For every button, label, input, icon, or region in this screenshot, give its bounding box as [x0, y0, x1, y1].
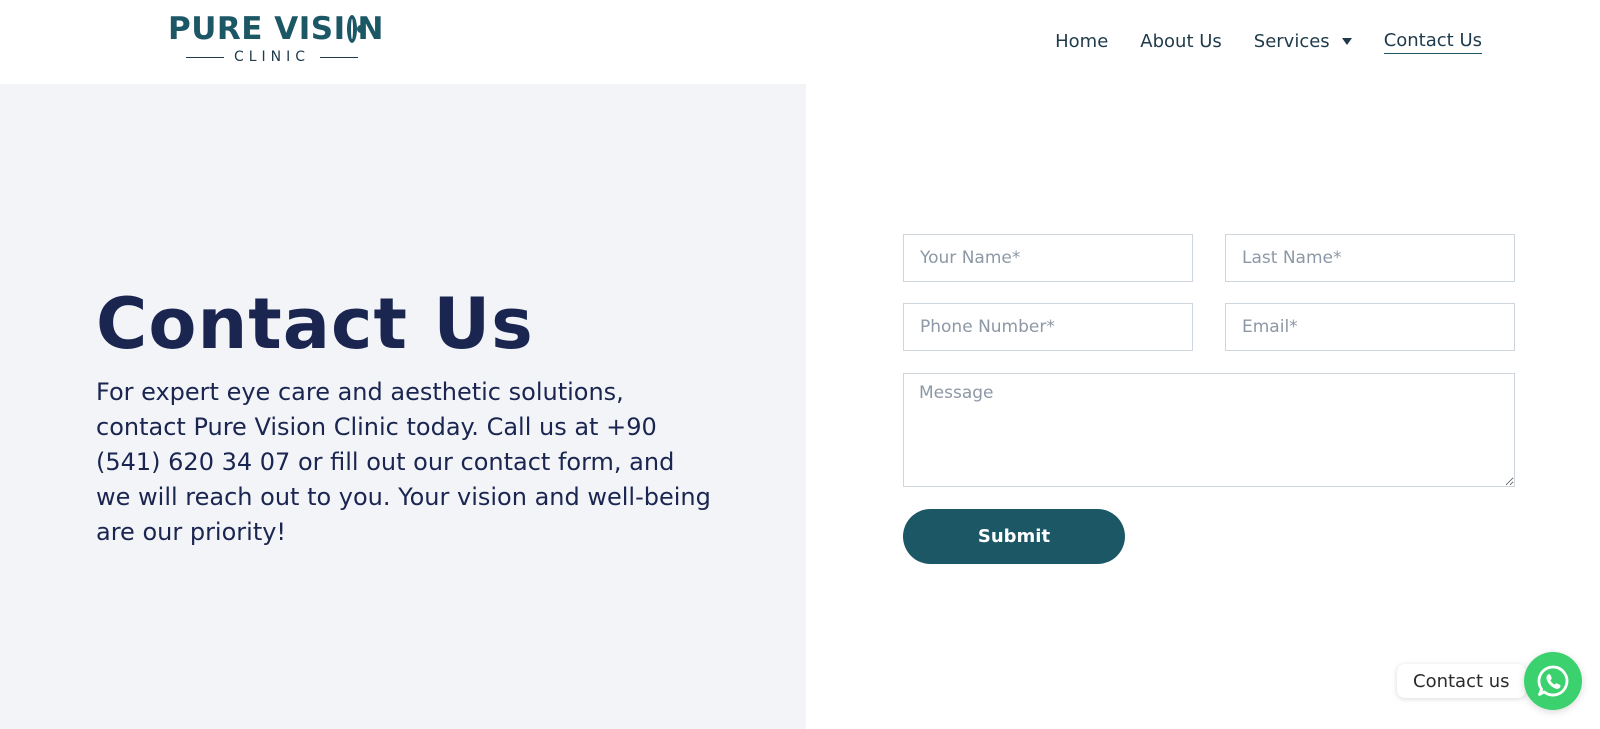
- main-navigation: Home About Us Services Contact Us: [1055, 30, 1482, 54]
- logo-subtitle-row: CLINIC: [160, 49, 384, 65]
- nav-services-label: Services: [1253, 30, 1330, 52]
- page: PURE VISI N CLINIC Home About Us Services…: [0, 0, 1600, 729]
- email-input[interactable]: [1225, 303, 1515, 351]
- site-header: PURE VISI N CLINIC Home About Us Services…: [0, 0, 1600, 84]
- page-title: Contact Us: [96, 283, 534, 365]
- first-name-input[interactable]: [903, 234, 1193, 282]
- eye-icon: [346, 15, 365, 43]
- nav-about-us[interactable]: About Us: [1140, 31, 1222, 54]
- contact-intro-panel: Contact Us For expert eye care and aesth…: [0, 84, 806, 729]
- whatsapp-icon: [1537, 665, 1569, 697]
- submit-button[interactable]: Submit: [903, 509, 1125, 564]
- nav-contact-us[interactable]: Contact Us: [1383, 30, 1482, 54]
- phone-number-input[interactable]: [903, 303, 1193, 351]
- contact-description: For expert eye care and aesthetic soluti…: [96, 378, 711, 546]
- pure-vision-logo[interactable]: PURE VISI N CLINIC: [168, 12, 384, 70]
- nav-home[interactable]: Home: [1055, 31, 1108, 54]
- logo-wordmark: PURE VISI N: [168, 12, 384, 46]
- last-name-input[interactable]: [1225, 234, 1515, 282]
- logo-divider-left: [185, 56, 224, 58]
- logo-text-start: PURE VISI: [168, 11, 346, 47]
- logo-subtitle: CLINIC: [233, 49, 311, 65]
- whatsapp-button[interactable]: [1524, 652, 1582, 710]
- message-textarea[interactable]: [903, 373, 1515, 487]
- whatsapp-contact-label[interactable]: Contact us: [1397, 664, 1526, 698]
- chevron-down-icon[interactable]: [1341, 38, 1352, 45]
- nav-services[interactable]: Services: [1254, 31, 1352, 54]
- logo-divider-right: [320, 56, 359, 58]
